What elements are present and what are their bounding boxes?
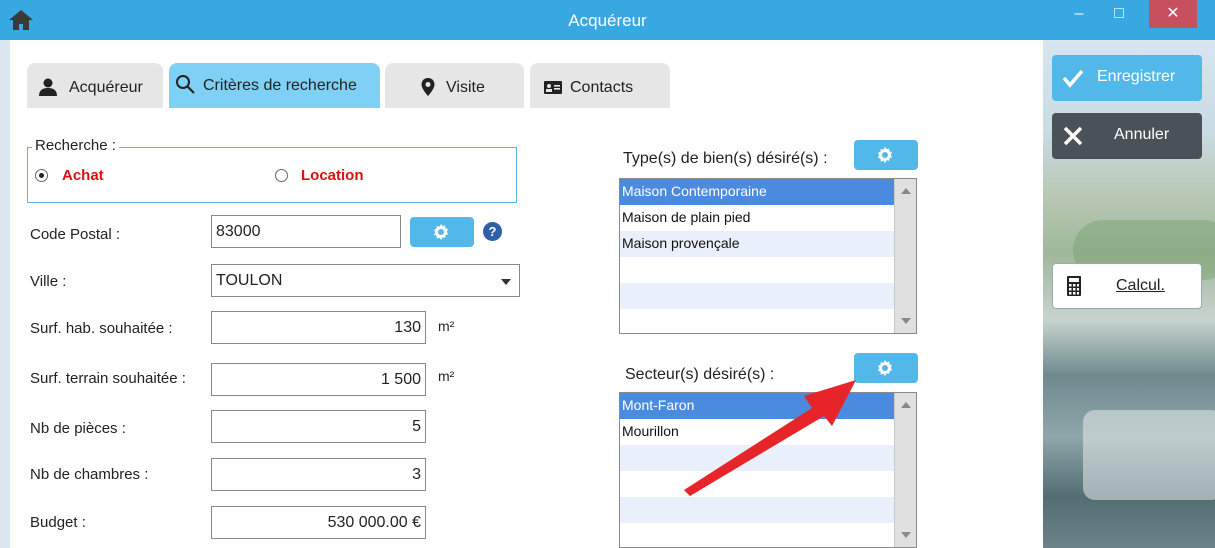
radio-location[interactable] [275, 169, 288, 182]
tab-label: Acquéreur [69, 79, 143, 96]
scroll-down-icon[interactable] [901, 532, 911, 538]
close-icon [1063, 126, 1083, 146]
types-label: Type(s) de bien(s) désiré(s) : [623, 150, 828, 167]
help-icon[interactable]: ? [483, 222, 502, 241]
check-icon [1062, 69, 1084, 88]
minimize-button[interactable]: – [1062, 0, 1096, 28]
ville-value: TOULON [216, 272, 283, 289]
tab-label: Contacts [570, 79, 634, 96]
group-legend: Recherche : [32, 137, 119, 154]
nb-pieces-input[interactable]: 5 [211, 410, 426, 443]
list-item[interactable]: Maison de plain pied [620, 205, 916, 231]
chevron-down-icon [501, 279, 511, 285]
search-icon [176, 75, 195, 94]
list-item-empty [620, 497, 916, 523]
calculator-button[interactable]: Calcul. [1052, 263, 1202, 309]
tab-contacts[interactable]: Contacts [530, 63, 670, 108]
list-item-empty [620, 283, 916, 309]
code-postal-settings-button[interactable] [410, 217, 474, 247]
nb-chambres-input[interactable]: 3 [211, 458, 426, 491]
surf-hab-unit: m² [438, 318, 455, 334]
recherche-group: Recherche : Achat Location [27, 137, 517, 203]
surf-hab-value: 130 [394, 319, 421, 336]
surf-terrain-input[interactable]: 1 500 [211, 363, 426, 396]
calculator-icon [1067, 276, 1081, 296]
scroll-down-icon[interactable] [901, 318, 911, 324]
maximize-button[interactable]: □ [1096, 0, 1142, 28]
surf-terrain-unit: m² [438, 368, 455, 384]
map-pin-icon [421, 78, 435, 96]
scrollbar[interactable] [894, 393, 916, 547]
list-item-empty [620, 523, 916, 547]
list-item[interactable]: Maison Contemporaine [620, 179, 916, 205]
window-title: Acquéreur [568, 11, 647, 30]
nb-pieces-label: Nb de pièces : [30, 420, 126, 437]
surf-terrain-value: 1 500 [380, 371, 421, 388]
gear-icon [878, 147, 892, 163]
tab-label: Critères de recherche [203, 77, 357, 94]
tab-acquereur[interactable]: Acquéreur [27, 63, 163, 108]
tab-criteres-recherche[interactable]: Critères de recherche [169, 63, 380, 108]
scrollbar[interactable] [894, 179, 916, 333]
nb-chambres-label: Nb de chambres : [30, 466, 149, 483]
surf-hab-label: Surf. hab. souhaitée : [30, 320, 173, 337]
nb-pieces-value: 5 [412, 418, 421, 435]
user-icon [39, 78, 57, 96]
close-button[interactable]: ✕ [1149, 0, 1197, 28]
types-listbox[interactable]: Maison Contemporaine Maison de plain pie… [619, 178, 917, 334]
save-label: Enregistrer [1097, 68, 1176, 85]
title-bar: Acquéreur – □ ✕ [0, 0, 1215, 40]
code-postal-value: 83000 [216, 223, 261, 240]
annotation-arrow-icon [684, 380, 856, 496]
budget-label: Budget : [30, 514, 86, 531]
tab-visite[interactable]: Visite [385, 63, 524, 108]
surf-hab-input[interactable]: 130 [211, 311, 426, 344]
list-item-empty [620, 309, 916, 333]
ville-label: Ville : [30, 273, 67, 290]
left-border [0, 40, 10, 548]
tab-label: Visite [446, 79, 485, 96]
budget-input[interactable]: 530 000.00 € [211, 506, 426, 539]
list-item-empty [620, 257, 916, 283]
scroll-up-icon[interactable] [901, 402, 911, 408]
surf-terrain-label: Surf. terrain souhaitée : [30, 370, 186, 387]
calc-label: Calcul. [1116, 277, 1165, 294]
cancel-button[interactable]: Annuler [1052, 113, 1202, 159]
radio-selected-dot [39, 173, 44, 178]
ville-select[interactable]: TOULON [211, 264, 520, 297]
list-item[interactable]: Maison provençale [620, 231, 916, 257]
types-settings-button[interactable] [854, 140, 918, 170]
contact-card-icon [544, 81, 562, 94]
save-button[interactable]: Enregistrer [1052, 55, 1202, 101]
background-shape [1083, 410, 1215, 500]
scroll-up-icon[interactable] [901, 188, 911, 194]
radio-achat[interactable] [35, 169, 48, 182]
radio-label-location[interactable]: Location [301, 167, 364, 184]
code-postal-label: Code Postal : [30, 226, 121, 243]
gear-icon [434, 224, 448, 240]
radio-label-achat[interactable]: Achat [62, 167, 104, 184]
nb-chambres-value: 3 [412, 466, 421, 483]
budget-value: 530 000.00 € [327, 514, 421, 531]
code-postal-input[interactable]: 83000 [211, 215, 401, 248]
cancel-label: Annuler [1114, 126, 1170, 143]
